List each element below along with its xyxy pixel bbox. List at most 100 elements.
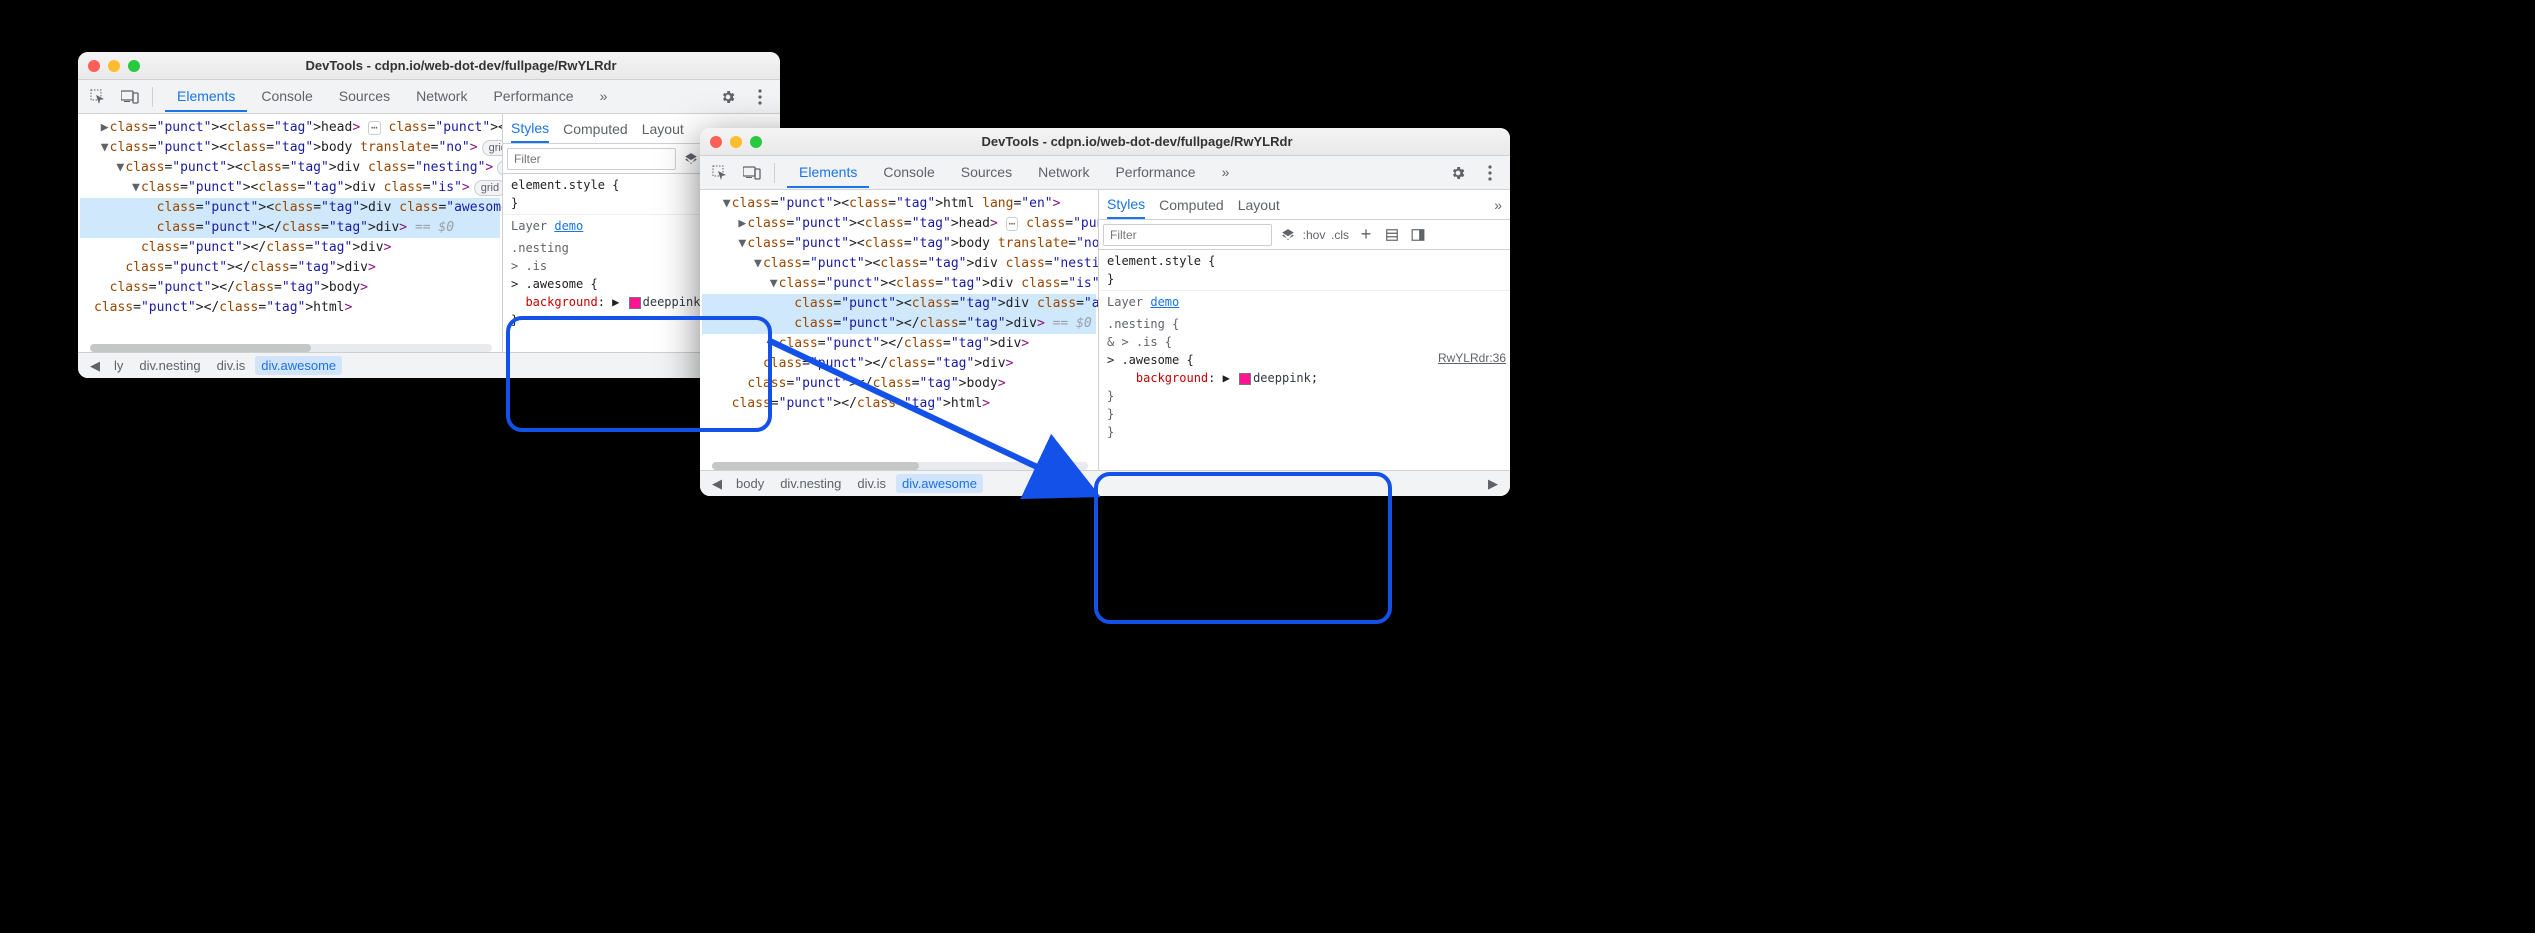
- crumb-body[interactable]: body: [730, 474, 770, 493]
- dom-node[interactable]: ▼class="punct"><class="tag">div class="n…: [702, 254, 1096, 274]
- dom-node[interactable]: ▶class="punct"><class="tag">head> ⋯ clas…: [702, 214, 1096, 234]
- tab-performance[interactable]: Performance: [1103, 158, 1207, 188]
- dom-node[interactable]: class="punct"><class="tag">div class="aw…: [80, 198, 500, 218]
- styles-body[interactable]: element.style { } Layer demo RwYLRdr:36 …: [1099, 250, 1510, 470]
- dom-node[interactable]: ▼class="punct"><class="tag">div class="i…: [702, 274, 1096, 294]
- styles-tab-computed[interactable]: Computed: [563, 121, 628, 137]
- close-window-icon[interactable]: [710, 136, 722, 148]
- tab-sources[interactable]: Sources: [327, 82, 402, 112]
- nest-line-6: }: [1107, 405, 1502, 423]
- device-toggle-icon[interactable]: [738, 159, 766, 187]
- layers-icon[interactable]: [1278, 225, 1298, 245]
- device-toggle-icon[interactable]: [116, 83, 144, 111]
- horizontal-scrollbar[interactable]: [712, 462, 1088, 470]
- zoom-window-icon[interactable]: [128, 60, 140, 72]
- inspect-icon[interactable]: [84, 83, 112, 111]
- cls-toggle[interactable]: .cls: [1330, 225, 1350, 245]
- breadcrumb-prev-icon[interactable]: ◀: [708, 476, 726, 492]
- dom-node[interactable]: ▶class="punct"><class="tag">head> ⋯ clas…: [80, 118, 500, 138]
- tab-overflow[interactable]: »: [588, 82, 620, 112]
- tab-performance[interactable]: Performance: [481, 82, 585, 112]
- dom-node[interactable]: class="punct"></class="tag">html>: [702, 394, 1096, 414]
- dom-node[interactable]: class="punct"></class="tag">div>: [702, 354, 1096, 374]
- dom-node[interactable]: ▼class="punct"><class="tag">html lang="e…: [702, 194, 1096, 214]
- expand-value-icon[interactable]: ▶: [612, 295, 619, 309]
- dom-node[interactable]: class="punct"></class="tag">div>: [80, 238, 500, 258]
- breadcrumb-next-icon[interactable]: ▶: [1484, 476, 1502, 492]
- dom-node[interactable]: class="punct"></class="tag">div> == $0: [702, 314, 1096, 334]
- settings-icon[interactable]: [1444, 159, 1472, 187]
- crumb-nesting[interactable]: div.nesting: [774, 474, 847, 493]
- grid-badge[interactable]: grid: [497, 160, 502, 176]
- grid-badge[interactable]: grid: [474, 180, 502, 196]
- crumb-awesome[interactable]: div.awesome: [896, 474, 983, 493]
- dom-node[interactable]: class="punct"></class="tag">div>: [702, 334, 1096, 354]
- source-link[interactable]: RwYLRdr:36: [1438, 349, 1506, 367]
- toolbar-divider: [774, 163, 775, 183]
- computed-styles-icon[interactable]: [1382, 225, 1402, 245]
- close-window-icon[interactable]: [88, 60, 100, 72]
- ellipsis-icon[interactable]: ⋯: [368, 121, 381, 135]
- toggle-sidebar-icon[interactable]: [1408, 225, 1428, 245]
- layers-icon[interactable]: [682, 149, 701, 169]
- crumb-is[interactable]: div.is: [851, 474, 892, 493]
- styles-filter-input[interactable]: [1103, 224, 1272, 246]
- close-brace: }: [1107, 270, 1502, 288]
- dom-node[interactable]: class="punct"></class="tag">div> == $0: [80, 218, 500, 238]
- styles-tab-layout[interactable]: Layout: [1238, 197, 1280, 213]
- dom-node[interactable]: ▼class="punct"><class="tag">body transla…: [702, 234, 1096, 254]
- tab-sources[interactable]: Sources: [949, 158, 1024, 188]
- new-style-rule-icon[interactable]: +: [1356, 225, 1376, 245]
- settings-icon[interactable]: [714, 83, 742, 111]
- inspect-icon[interactable]: [706, 159, 734, 187]
- tab-elements[interactable]: Elements: [165, 82, 247, 112]
- dom-node[interactable]: ▼class="punct"><class="tag">div class="i…: [80, 178, 500, 198]
- tab-network[interactable]: Network: [404, 82, 479, 112]
- crumb-body[interactable]: ly: [108, 356, 129, 375]
- dom-node[interactable]: class="punct"></class="tag">body>: [80, 278, 500, 298]
- elements-panel[interactable]: ▶class="punct"><class="tag">head> ⋯ clas…: [78, 114, 502, 352]
- dom-tree[interactable]: ▶class="punct"><class="tag">head> ⋯ clas…: [78, 114, 502, 352]
- hov-toggle[interactable]: :hov: [1304, 225, 1324, 245]
- dom-node[interactable]: ▼class="punct"><class="tag">div class="n…: [80, 158, 500, 178]
- tab-network[interactable]: Network: [1026, 158, 1101, 188]
- css-rule-awesome[interactable]: RwYLRdr:36 .nesting { & > .is { > .aweso…: [1099, 313, 1510, 443]
- layer-link[interactable]: demo: [1150, 295, 1179, 309]
- crumb-is[interactable]: div.is: [211, 356, 252, 375]
- tab-console[interactable]: Console: [871, 158, 946, 188]
- property-line[interactable]: background: ▶ deeppink;: [1107, 369, 1502, 387]
- horizontal-scrollbar[interactable]: [90, 344, 492, 352]
- dom-node[interactable]: class="punct"><class="tag">div class="aw…: [702, 294, 1096, 314]
- elements-panel[interactable]: ▼class="punct"><class="tag">html lang="e…: [700, 190, 1098, 470]
- color-swatch-icon[interactable]: [1239, 373, 1251, 385]
- element-style-rule[interactable]: element.style { }: [1099, 250, 1510, 291]
- dom-node[interactable]: ▼class="punct"><class="tag">body transla…: [80, 138, 500, 158]
- more-icon[interactable]: [1476, 159, 1504, 187]
- styles-tab-styles[interactable]: Styles: [511, 120, 549, 143]
- styles-tab-computed[interactable]: Computed: [1159, 197, 1224, 213]
- tab-overflow[interactable]: »: [1210, 158, 1242, 188]
- tab-elements[interactable]: Elements: [787, 158, 869, 188]
- breadcrumb-prev-icon[interactable]: ◀: [86, 358, 104, 374]
- styles-tab-overflow[interactable]: »: [1494, 197, 1502, 213]
- layer-link[interactable]: demo: [554, 219, 583, 233]
- crumb-awesome[interactable]: div.awesome: [255, 356, 342, 375]
- minimize-window-icon[interactable]: [730, 136, 742, 148]
- main-toolbar: Elements Console Sources Network Perform…: [78, 80, 780, 114]
- zoom-window-icon[interactable]: [750, 136, 762, 148]
- dom-tree[interactable]: ▼class="punct"><class="tag">html lang="e…: [700, 190, 1098, 470]
- more-icon[interactable]: [746, 83, 774, 111]
- crumb-nesting[interactable]: div.nesting: [133, 356, 206, 375]
- grid-badge[interactable]: grid: [482, 140, 502, 156]
- dom-node[interactable]: class="punct"></class="tag">html>: [80, 298, 500, 318]
- styles-tab-layout[interactable]: Layout: [642, 121, 684, 137]
- color-swatch-icon[interactable]: [629, 297, 641, 309]
- tab-console[interactable]: Console: [249, 82, 324, 112]
- dom-node[interactable]: class="punct"></class="tag">div>: [80, 258, 500, 278]
- expand-value-icon[interactable]: ▶: [1223, 371, 1230, 385]
- ellipsis-icon[interactable]: ⋯: [1006, 217, 1019, 231]
- dom-node[interactable]: class="punct"></class="tag">body>: [702, 374, 1096, 394]
- minimize-window-icon[interactable]: [108, 60, 120, 72]
- styles-tab-styles[interactable]: Styles: [1107, 196, 1145, 219]
- styles-filter-input[interactable]: [507, 148, 676, 170]
